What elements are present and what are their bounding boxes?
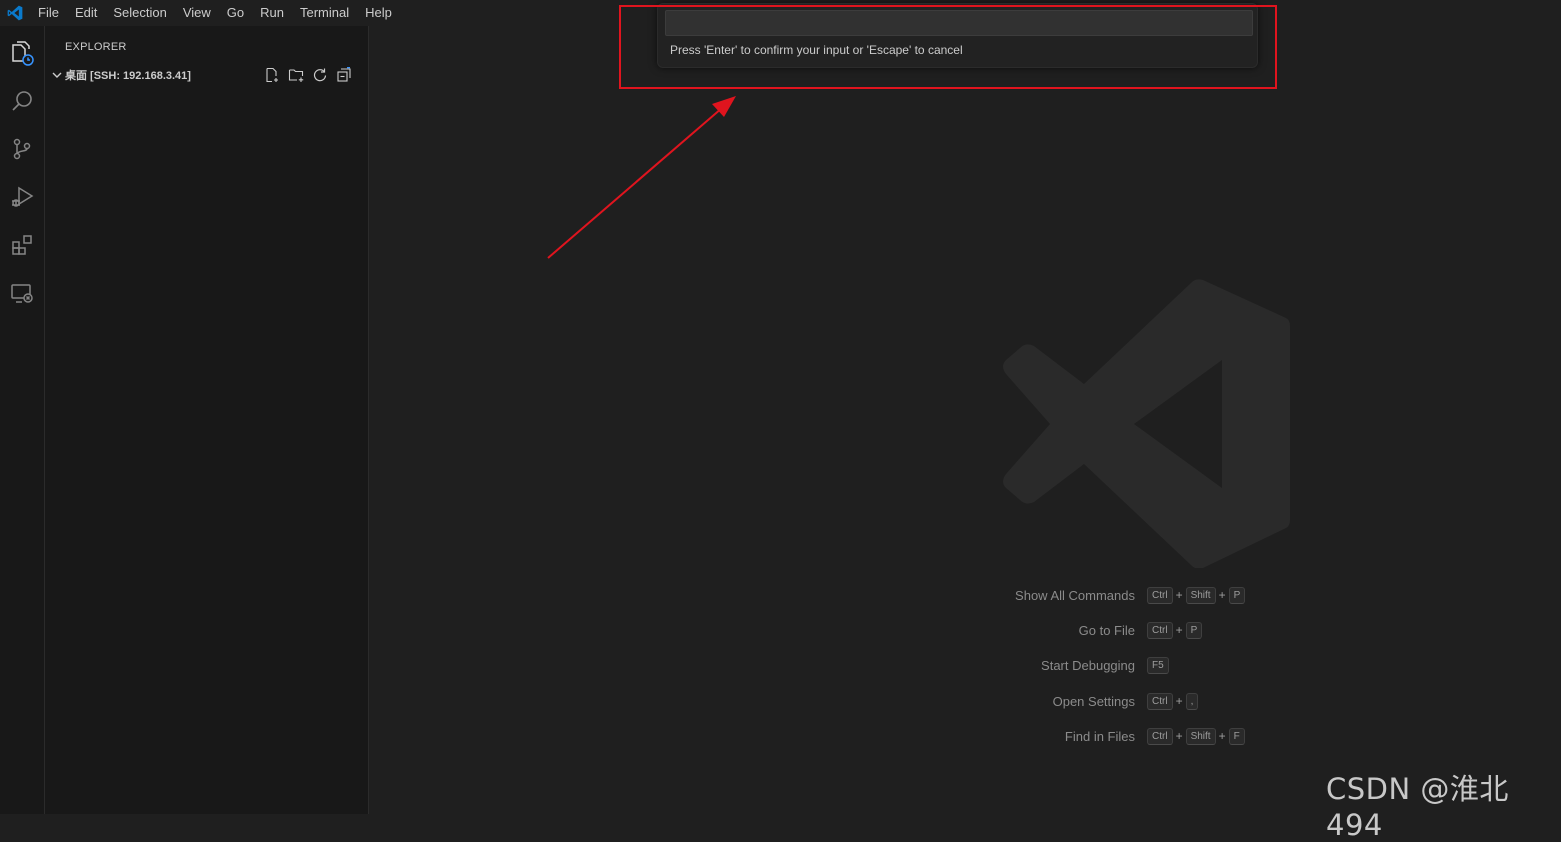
shortcut-row: Start Debugging F5 — [960, 654, 1280, 676]
key-plus: + — [1218, 729, 1226, 743]
explorer-sidebar: EXPLORER 桌面 [SSH: 192.168.3.41] — [45, 26, 369, 814]
key-cap: P — [1185, 621, 1203, 639]
menu-selection[interactable]: Selection — [105, 2, 174, 24]
key-cap: Ctrl — [1147, 692, 1173, 710]
new-folder-icon[interactable] — [287, 66, 305, 84]
sidebar-title: EXPLORER — [65, 41, 127, 53]
key-cap: Ctrl — [1147, 727, 1173, 745]
explorer-icon[interactable] — [7, 38, 37, 68]
key-cap: Shift — [1185, 586, 1216, 604]
vscode-watermark-logo-icon — [1000, 278, 1290, 573]
activity-bar — [0, 26, 45, 814]
shortcut-row: Find in Files Ctrl + Shift + F — [960, 725, 1280, 747]
shortcut-label: Go to File — [1078, 622, 1135, 638]
key-plus: + — [1175, 729, 1183, 743]
quick-input-field[interactable] — [665, 10, 1253, 36]
key-cap: P — [1228, 586, 1246, 604]
refresh-icon[interactable] — [311, 66, 329, 84]
menu-view[interactable]: View — [175, 2, 219, 24]
collapse-all-icon[interactable] — [335, 66, 353, 84]
shortcut-label: Start Debugging — [1041, 657, 1135, 673]
key-cap: F — [1228, 727, 1245, 745]
menu-file[interactable]: File — [30, 2, 67, 24]
menu-run[interactable]: Run — [252, 2, 292, 24]
search-icon[interactable] — [7, 86, 37, 116]
vscode-logo-icon — [0, 0, 30, 26]
menu-bar: File Edit Selection View Go Run Terminal… — [30, 2, 400, 24]
key-cap: Ctrl — [1147, 586, 1173, 604]
quick-input-message: Press 'Enter' to confirm your input or '… — [670, 43, 963, 57]
key-plus: + — [1175, 694, 1183, 708]
workspace-folder-name: 桌面 [SSH: 192.168.3.41] — [65, 70, 191, 82]
key-cap: F5 — [1147, 656, 1169, 674]
menu-go[interactable]: Go — [219, 2, 252, 24]
new-file-icon[interactable] — [263, 66, 281, 84]
shortcut-row: Show All Commands Ctrl + Shift + P — [960, 584, 1280, 606]
key-plus: + — [1218, 588, 1226, 602]
run-debug-icon[interactable] — [7, 182, 37, 212]
menu-terminal[interactable]: Terminal — [292, 2, 357, 24]
shortcut-label: Find in Files — [1064, 728, 1135, 744]
shortcut-row: Open Settings Ctrl + , — [960, 690, 1280, 712]
workspace-folder-header[interactable]: 桌面 [SSH: 192.168.3.41] — [49, 64, 365, 86]
source-control-icon[interactable] — [7, 134, 37, 164]
menu-edit[interactable]: Edit — [67, 2, 105, 24]
key-cap: Ctrl — [1147, 621, 1173, 639]
key-cap: , — [1185, 692, 1199, 710]
folder-actions — [263, 66, 353, 84]
shortcut-label: Open Settings — [1052, 693, 1135, 709]
quick-input-widget: Press 'Enter' to confirm your input or '… — [657, 3, 1258, 68]
shortcut-row: Go to File Ctrl + P — [960, 619, 1280, 641]
menu-help[interactable]: Help — [357, 2, 400, 24]
key-plus: + — [1175, 623, 1183, 637]
key-plus: + — [1175, 588, 1183, 602]
watermark-text: CSDN @淮北494 — [1326, 772, 1509, 842]
remote-explorer-icon[interactable] — [7, 278, 37, 308]
chevron-down-icon[interactable] — [49, 67, 65, 83]
key-cap: Shift — [1185, 727, 1216, 745]
shortcut-label: Show All Commands — [1015, 587, 1135, 603]
extensions-icon[interactable] — [7, 230, 37, 260]
